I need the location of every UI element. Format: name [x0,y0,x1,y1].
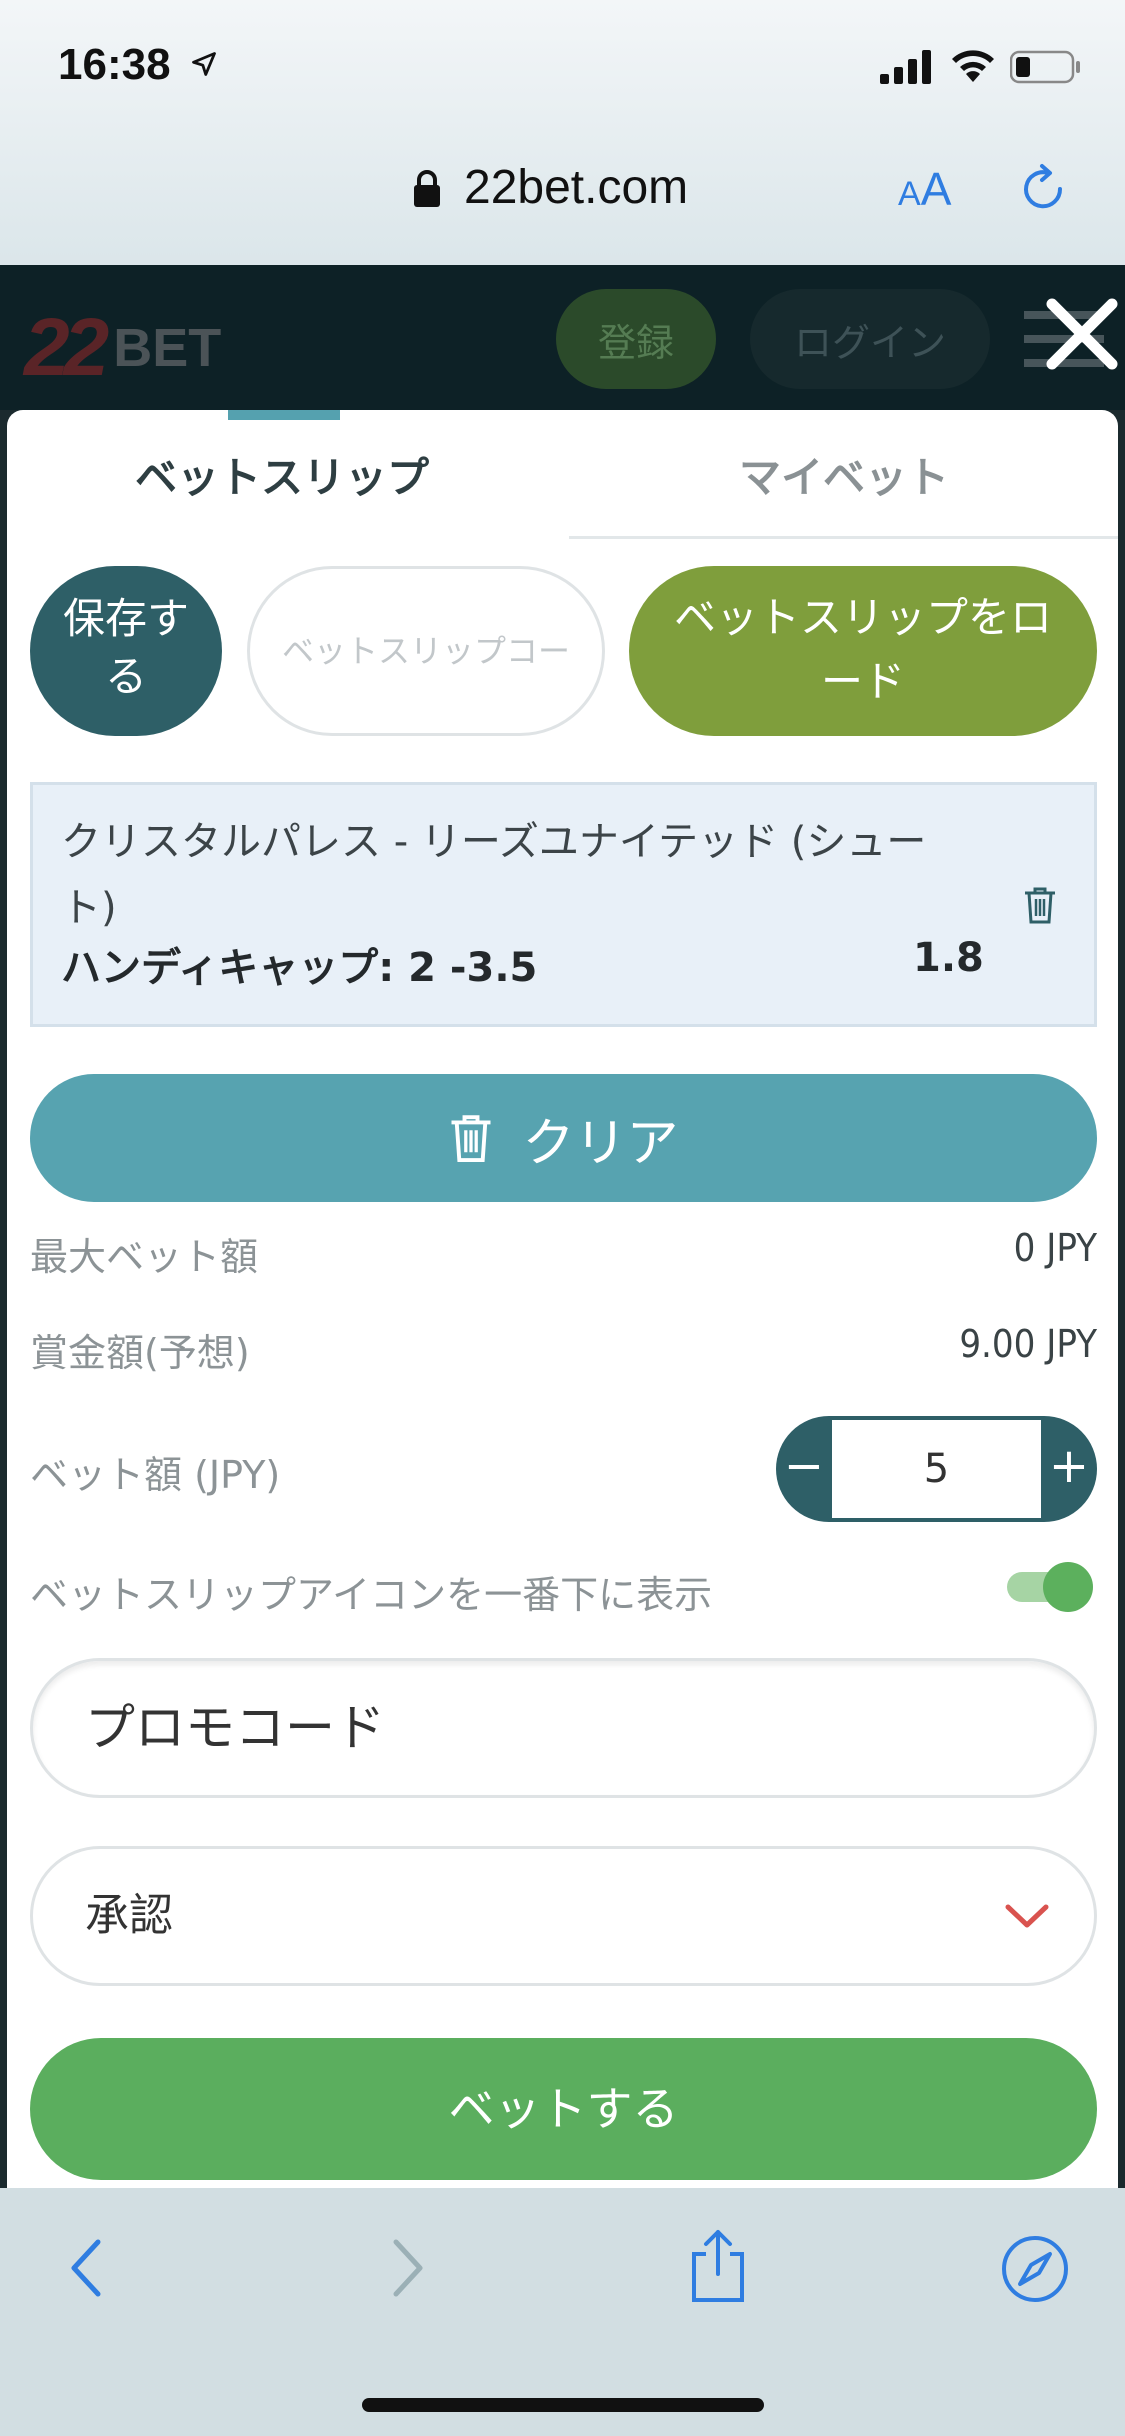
bet-market: ハンディキャップ: 2 -3.5 [61,945,538,991]
wifi-icon [952,50,994,82]
trash-icon[interactable] [1023,885,1057,925]
site-header: 22 BET 登録 ログイン [0,265,1125,410]
register-button[interactable]: 登録 [556,289,716,389]
stake-decrease-button[interactable]: − [776,1416,832,1522]
lock-icon [414,170,440,207]
home-indicator [362,2398,764,2412]
stake-label: ベット額 (JPY) [30,1453,281,1497]
bottom-icon-toggle[interactable] [1007,1562,1093,1612]
toggle-knob [1043,1562,1093,1612]
bottom-icon-toggle-label: ベットスリップアイコンを一番下に表示 [30,1573,713,1617]
stake-increase-button[interactable]: + [1041,1416,1097,1522]
betslip-code-input[interactable]: ベットスリップコー [247,566,605,736]
share-icon[interactable] [688,2228,748,2304]
battery-icon [1010,50,1080,84]
browser-bottom-bar [0,2188,1125,2436]
tab-betslip[interactable]: ベットスリップ [135,444,429,505]
promo-code-input[interactable]: プロモコード [30,1658,1097,1798]
bet-odds: 1.8 [913,935,984,981]
chevron-down-icon [1005,1904,1049,1928]
browser-top-bar: 16:38 22bet.com AA [0,0,1125,265]
tab-divider [569,536,1118,539]
winnings-value: 9.00 JPY [959,1322,1097,1366]
max-bet-label: 最大ベット額 [30,1235,259,1279]
save-betslip-button[interactable]: 保存す る [30,566,222,736]
brand-logo: 22 BET [24,302,222,393]
status-time: 16:38 [58,40,171,89]
text-size-button[interactable]: AA [898,162,951,216]
max-bet-value: 0 JPY [1013,1226,1097,1270]
compass-icon[interactable] [1000,2234,1070,2304]
cellular-signal-icon [880,50,931,84]
bet-match-name: クリスタルパレス - リーズユナイテッド (シュート) [61,819,927,931]
tab-my-bets[interactable]: マイベット [739,444,949,505]
betslip-panel: ベットスリップ マイベット 保存す る ベットスリップコー ベットスリップをロ … [7,410,1118,2190]
reload-icon[interactable] [1016,162,1070,216]
load-betslip-button[interactable]: ベットスリップをロ ード [629,566,1097,736]
bet-selection-card: クリスタルパレス - リーズユナイテッド (シュート) ハンディキャップ: 2 … [30,782,1097,1027]
stake-stepper: − 5 + [776,1416,1097,1522]
clear-button[interactable]: クリア [30,1074,1097,1202]
forward-icon[interactable] [388,2236,428,2300]
active-tab-indicator [228,410,340,420]
stake-input[interactable]: 5 [832,1420,1041,1518]
login-button[interactable]: ログイン [750,289,990,389]
place-bet-button[interactable]: ベットする [30,2038,1097,2180]
winnings-label: 賞金額(予想) [30,1331,250,1375]
odds-acceptance-select[interactable]: 承認 [30,1846,1097,1986]
location-arrow-icon [192,52,216,76]
back-icon[interactable] [66,2236,106,2300]
close-icon[interactable] [1044,296,1120,372]
url-text[interactable]: 22bet.com [464,160,688,215]
trash-icon [451,1115,491,1163]
